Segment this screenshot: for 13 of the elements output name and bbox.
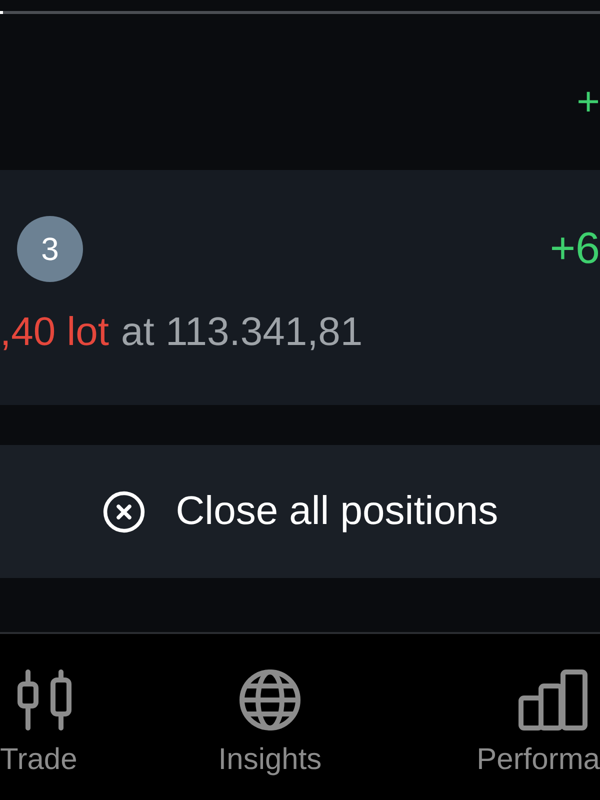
close-icon bbox=[102, 490, 146, 534]
tab-bar-item[interactable]: Insights bbox=[126, 668, 414, 800]
bar-chart-icon bbox=[518, 668, 588, 732]
count-badge: 3 bbox=[17, 216, 83, 282]
profit-value: + bbox=[576, 79, 600, 126]
position-card[interactable]: 3 +6 ,40 lot at 113.341,81 bbox=[0, 170, 600, 405]
volume-text: ,40 lot bbox=[0, 309, 109, 356]
price-text: at 113.341,81 bbox=[120, 309, 363, 356]
profit-value: +6 bbox=[550, 224, 600, 274]
globe-icon bbox=[238, 668, 302, 732]
close-all-button[interactable]: Close all positions bbox=[0, 445, 600, 578]
tab-bar-item[interactable]: Performa bbox=[444, 668, 600, 800]
tab-bar-item[interactable]: Trade bbox=[0, 668, 96, 800]
